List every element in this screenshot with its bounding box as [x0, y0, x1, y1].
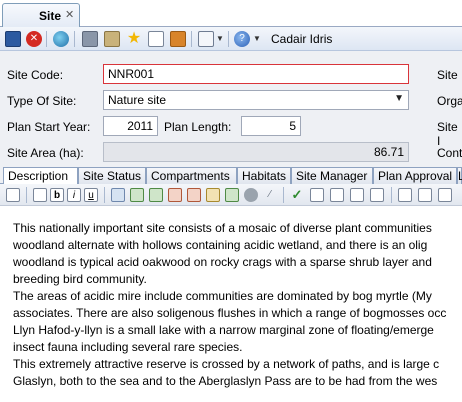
toolbar-separator	[191, 31, 192, 47]
document-icon[interactable]	[198, 31, 214, 47]
tab-site-manager[interactable]: Site Manager	[291, 167, 373, 184]
type-of-site-label: Type Of Site:	[7, 94, 77, 108]
right-label-site-i: Site I	[437, 120, 458, 148]
site-code-label: Site Code:	[7, 68, 64, 82]
description-line: This nationally important site consists …	[13, 221, 432, 235]
wand-icon[interactable]: ⁄	[263, 188, 277, 202]
type-of-site-select[interactable]: Nature site ▼	[103, 90, 409, 110]
detail-tabs: Description Site Status Compartments Hab…	[0, 167, 462, 185]
site-area-label: Site Area (ha):	[7, 146, 84, 160]
tag-icon[interactable]	[170, 31, 186, 47]
report-icon[interactable]	[104, 31, 120, 47]
italic-icon[interactable]: i	[67, 188, 81, 202]
description-line: associates. There are also soligenous fl…	[13, 306, 447, 320]
justify-icon[interactable]	[370, 188, 384, 202]
description-line: The areas of acidic mire include communi…	[13, 289, 432, 303]
align-left-icon[interactable]	[310, 188, 324, 202]
tab-site-label: Site	[39, 9, 62, 23]
save-icon[interactable]	[5, 31, 21, 47]
description-line: insect fauna including several rare spec…	[13, 340, 243, 354]
toolbar-separator	[104, 187, 105, 203]
right-label-cont: Cont	[437, 146, 462, 160]
site-form: Site Code: NNR001 Type Of Site: Nature s…	[0, 51, 462, 167]
copy-icon[interactable]	[6, 188, 20, 202]
description-editor[interactable]: This nationally important site consists …	[0, 206, 462, 402]
merge-cells-icon[interactable]	[206, 188, 220, 202]
toolbar-separator	[283, 187, 284, 203]
image-icon[interactable]	[244, 188, 258, 202]
table-icon[interactable]	[111, 188, 125, 202]
plan-start-year-label: Plan Start Year:	[7, 120, 91, 134]
tab-compartments[interactable]: Compartments	[146, 167, 237, 184]
numbered-list-icon[interactable]	[418, 188, 432, 202]
bold-icon[interactable]: b	[50, 188, 64, 202]
close-icon[interactable]: ✕	[65, 8, 74, 21]
toolbar-separator	[46, 31, 47, 47]
site-area-field: 86.71	[103, 142, 409, 162]
tab-description[interactable]: Description	[3, 167, 78, 185]
plan-start-year-input[interactable]: 2011	[103, 116, 158, 136]
delete-row-icon[interactable]	[168, 188, 182, 202]
toolbar-separator	[391, 187, 392, 203]
description-line: woodland alternate with hollows containi…	[13, 238, 428, 252]
globe-icon[interactable]	[53, 31, 69, 47]
main-toolbar: ✕ ★ ▼ ? ▼ Cadair Idris	[0, 27, 462, 51]
editor-toolbar: b i u ⁄ ✓	[0, 184, 462, 206]
toolbar-separator	[74, 31, 75, 47]
record-title: Cadair Idris	[271, 32, 333, 46]
align-center-icon[interactable]	[330, 188, 344, 202]
print-icon[interactable]	[82, 31, 98, 47]
tab-plan-approval[interactable]: Plan Approval	[373, 167, 457, 184]
tab-habitats[interactable]: Habitats	[237, 167, 291, 184]
description-line: This extremely attractive reserve is cro…	[13, 357, 440, 371]
document-tabstrip: Site ✕	[0, 0, 462, 27]
hidden-text-icon[interactable]	[33, 188, 47, 202]
bullet-list-icon[interactable]	[398, 188, 412, 202]
description-line: woodland is typical acid oakwood on rock…	[13, 255, 432, 269]
right-label-orga: Orga	[437, 94, 462, 108]
insert-column-icon[interactable]	[149, 188, 163, 202]
description-line: Llyn Hafod-y-llyn is a small lake with a…	[13, 323, 434, 337]
tab-more[interactable]: L	[457, 167, 462, 184]
tab-site-status[interactable]: Site Status	[78, 167, 146, 184]
chevron-down-icon[interactable]: ▼	[216, 34, 224, 43]
tab-site[interactable]: Site ✕	[2, 3, 80, 27]
insert-row-icon[interactable]	[130, 188, 144, 202]
delete-column-icon[interactable]	[187, 188, 201, 202]
copy-icon[interactable]	[148, 31, 164, 47]
toolbar-separator	[228, 31, 229, 47]
help-icon[interactable]: ?	[234, 31, 250, 47]
indent-icon[interactable]	[438, 188, 452, 202]
right-label-site: Site	[437, 68, 458, 82]
plan-length-input[interactable]: 5	[241, 116, 301, 136]
underline-icon[interactable]: u	[84, 188, 98, 202]
description-line: breeding bird community.	[13, 272, 147, 286]
site-code-input[interactable]: NNR001	[103, 64, 409, 84]
delete-icon[interactable]: ✕	[26, 31, 42, 47]
description-line: Glaslyn, both to the sea and to the Aber…	[13, 374, 438, 388]
type-of-site-value: Nature site	[108, 93, 167, 107]
check-icon[interactable]: ✓	[290, 188, 304, 202]
plan-length-label: Plan Length:	[164, 120, 232, 134]
align-right-icon[interactable]	[350, 188, 364, 202]
split-cells-icon[interactable]	[225, 188, 239, 202]
toolbar-separator	[26, 187, 27, 203]
chevron-down-icon[interactable]: ▼	[394, 93, 404, 104]
star-icon[interactable]: ★	[126, 31, 142, 47]
chevron-down-icon[interactable]: ▼	[253, 34, 261, 43]
